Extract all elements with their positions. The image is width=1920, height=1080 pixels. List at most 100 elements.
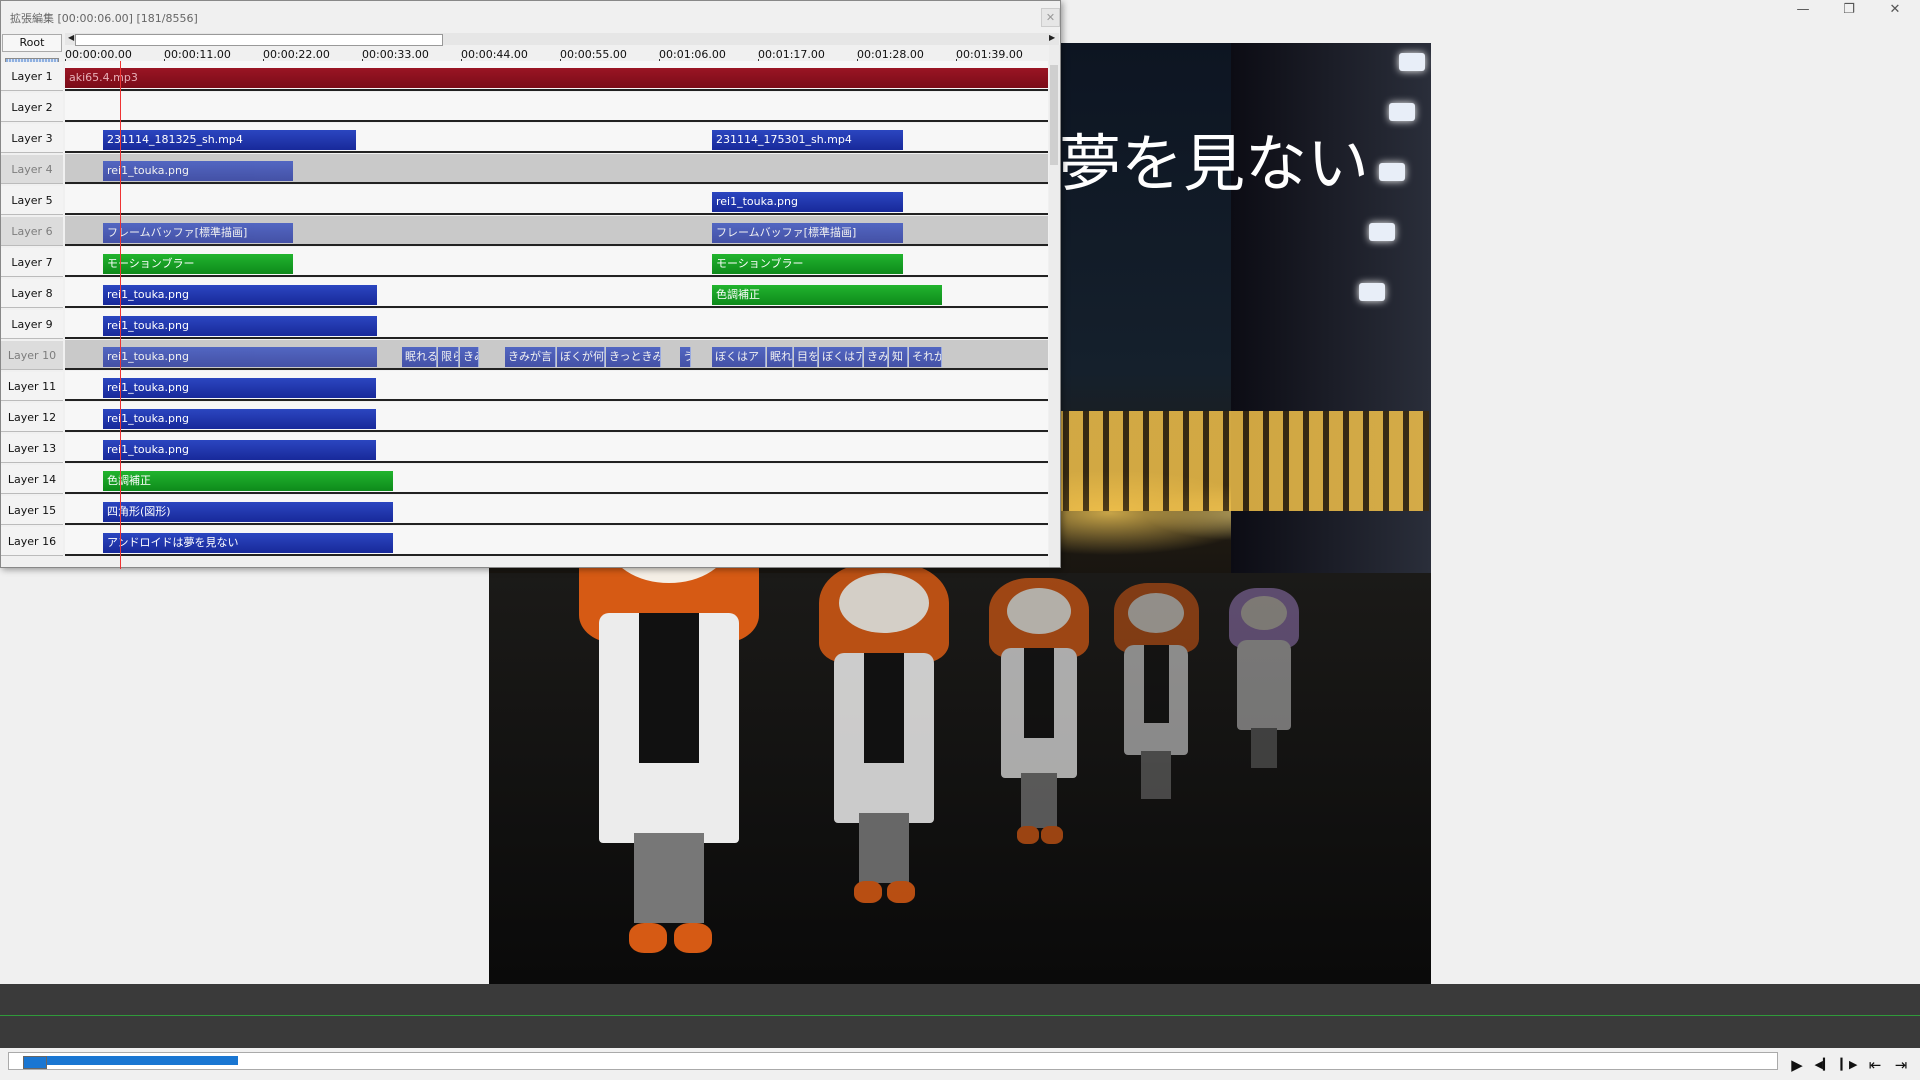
media-clip[interactable]: rei1_touka.png [103,409,376,429]
media-clip[interactable]: 限ら [438,347,459,367]
layer-header[interactable]: Layer 3 [1,124,63,153]
layer-row[interactable]: rei1_touka.png [65,154,1048,184]
media-clip[interactable]: 目を [794,347,818,367]
ruler-label: 00:00:55.00 [560,48,627,61]
lamp-light [1379,163,1405,181]
play-button[interactable]: ▶ [1786,1054,1808,1076]
lamp-light [1399,53,1425,71]
media-clip[interactable]: 眠れ [767,347,793,367]
layer-row[interactable]: 四角形(図形) [65,495,1048,525]
layer-header[interactable]: Layer 8 [1,279,63,308]
train-windows [1029,411,1429,511]
seek-track[interactable] [8,1052,1778,1070]
media-clip[interactable]: 231114_175301_sh.mp4 [712,130,903,150]
media-clip[interactable]: ぼくはア [712,347,766,367]
layer-row[interactable]: 231114_181325_sh.mp4 231114_175301_sh.mp4 [65,123,1048,153]
layer-row[interactable]: フレームバッファ[標準描画] フレームバッファ[標準描画] [65,216,1048,246]
layer-header[interactable]: Layer 5 [1,186,63,215]
ruler-label: 00:00:33.00 [362,48,429,61]
media-clip[interactable]: rei1_touka.png [103,316,377,336]
scroll-right-icon[interactable]: ▶ [1049,33,1055,42]
close-button[interactable]: ✕ [1872,0,1918,20]
layer-row[interactable] [65,92,1048,122]
media-clip[interactable]: きみ [460,347,479,367]
media-clip[interactable]: 四角形(図形) [103,502,393,522]
layer-header[interactable]: Layer 15 [1,496,63,525]
layer-header[interactable]: Layer 14 [1,465,63,494]
ruler-label: 00:00:44.00 [461,48,528,61]
media-clip[interactable]: rei1_touka.png [712,192,903,212]
next-frame-button[interactable]: ▎▶ [1838,1054,1860,1076]
media-clip[interactable]: きっときみ [606,347,661,367]
layer-row[interactable]: rei1_touka.png [65,433,1048,463]
timeline-title: 拡張編集 [00:00:06.00] [181/8556] [10,12,198,25]
layer-header[interactable]: Layer 12 [1,403,63,432]
layer-row[interactable]: rei1_touka.png眠れると限らきみきみが言ぼくが何きっときみうぼくはア… [65,340,1048,370]
layer-header[interactable]: Layer 7 [1,248,63,277]
lamp-light [1389,103,1415,121]
media-clip[interactable]: 眠れると [402,347,437,367]
jump-end-button[interactable]: ⇥ [1890,1054,1912,1076]
filter-clip[interactable]: モーションブラー [712,254,903,274]
filter-clip[interactable]: 色調補正 [103,471,393,491]
character-figure [819,563,949,923]
layer-row[interactable]: rei1_touka.png [65,402,1048,432]
media-clip[interactable]: rei1_touka.png [103,285,377,305]
media-clip[interactable]: フレームバッファ[標準描画] [103,223,293,243]
media-clip[interactable]: 知 [889,347,908,367]
media-clip[interactable]: ぼくが何 [557,347,605,367]
media-clip[interactable]: 231114_181325_sh.mp4 [103,130,356,150]
layer-row[interactable]: aki65.4.mp3 [65,61,1048,91]
audio-clip[interactable]: aki65.4.mp3 [65,68,1048,88]
filter-clip[interactable]: 色調補正 [712,285,942,305]
layer-row[interactable]: アンドロイドは夢を見ない [65,526,1048,556]
ruler-label: 00:01:06.00 [659,48,726,61]
layer-row[interactable]: 色調補正 [65,464,1048,494]
seek-thumb[interactable] [23,1056,47,1069]
layer-header[interactable]: Layer 4 [1,155,63,184]
layer-row[interactable]: rei1_touka.png [65,371,1048,401]
layer-row[interactable]: rei1_touka.png [65,309,1048,339]
layer-header[interactable]: Layer 1 [1,62,63,91]
media-clip[interactable]: フレームバッファ[標準描画] [712,223,903,243]
layer-header[interactable]: Layer 11 [1,372,63,401]
layer-header[interactable]: Layer 10 [1,341,63,370]
layer-row[interactable]: モーションブラー モーションブラー [65,247,1048,277]
vertical-scroll-thumb[interactable] [1050,65,1058,165]
preview-caption: 夢を見ない [1059,127,1370,200]
media-clip[interactable]: きみ [864,347,888,367]
vertical-scrollbar[interactable] [1049,45,1060,567]
media-clip[interactable]: それが [909,347,942,367]
layer-header[interactable]: Layer 6 [1,217,63,246]
layer-header[interactable]: Layer 2 [1,93,63,122]
jump-start-button[interactable]: ⇤ [1864,1054,1886,1076]
media-clip[interactable]: ぼくはア [819,347,863,367]
layer-row[interactable]: rei1_touka.png [65,185,1048,215]
media-clip[interactable]: rei1_touka.png [103,161,293,181]
media-clip[interactable]: う [680,347,691,367]
scroll-left-icon[interactable]: ◀ [68,33,74,42]
timeline-close-button[interactable]: ✕ [1041,8,1060,27]
media-clip[interactable]: rei1_touka.png [103,440,376,460]
ruler-label: 00:00:22.00 [263,48,330,61]
root-button[interactable]: Root [2,34,62,52]
ruler-label: 00:00:00.00 [65,48,132,61]
playhead-cursor[interactable] [120,61,121,569]
media-clip[interactable]: rei1_touka.png [103,347,377,367]
maximize-button[interactable]: ❐ [1826,0,1872,20]
layer-header[interactable]: Layer 13 [1,434,63,463]
filter-clip[interactable]: モーションブラー [103,254,293,274]
character-figure [989,578,1089,858]
media-clip[interactable]: rei1_touka.png [103,378,376,398]
extended-edit-window: 拡張編集 [00:00:06.00] [181/8556] ✕ Root ◀ ▶… [0,0,1061,569]
prev-frame-button[interactable]: ◀▎ [1812,1054,1834,1076]
character-figure [1114,583,1199,823]
media-clip[interactable]: アンドロイドは夢を見ない [103,533,393,553]
horizontal-scrollbar[interactable]: ◀ ▶ [65,33,1059,46]
layer-header[interactable]: Layer 16 [1,527,63,556]
layer-row[interactable]: rei1_touka.png 色調補正 [65,278,1048,308]
layer-header[interactable]: Layer 9 [1,310,63,339]
minimize-button[interactable]: — [1780,0,1826,20]
media-clip[interactable]: きみが言 [505,347,556,367]
lamp-light [1359,283,1385,301]
